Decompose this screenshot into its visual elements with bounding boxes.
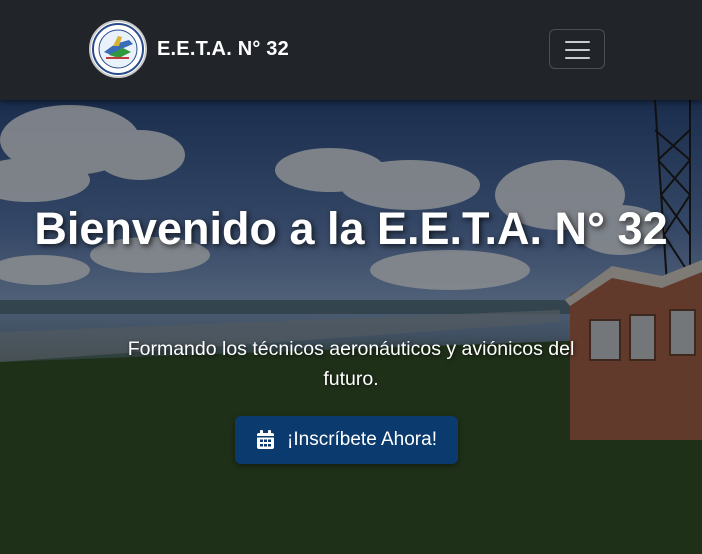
enroll-button-label: ¡Inscríbete Ahora!: [287, 429, 437, 450]
brand-name: E.E.T.A. N° 32: [157, 37, 289, 60]
school-crest-icon: [89, 20, 147, 78]
hero-section: Bienvenido a la E.E.T.A. N° 32 Formando …: [0, 100, 702, 554]
hero-content: Bienvenido a la E.E.T.A. N° 32 Formando …: [0, 100, 702, 554]
calendar-icon: [256, 430, 275, 450]
hero-subtitle: Formando los técnicos aeronáuticos y avi…: [127, 338, 575, 390]
navbar: E.E.T.A. N° 32: [0, 0, 702, 100]
menu-toggle-button[interactable]: [549, 29, 605, 69]
brand-link[interactable]: E.E.T.A. N° 32: [89, 20, 289, 78]
hero-title: Bienvenido a la E.E.T.A. N° 32: [34, 203, 668, 254]
enroll-button[interactable]: ¡Inscríbete Ahora!: [235, 416, 458, 464]
